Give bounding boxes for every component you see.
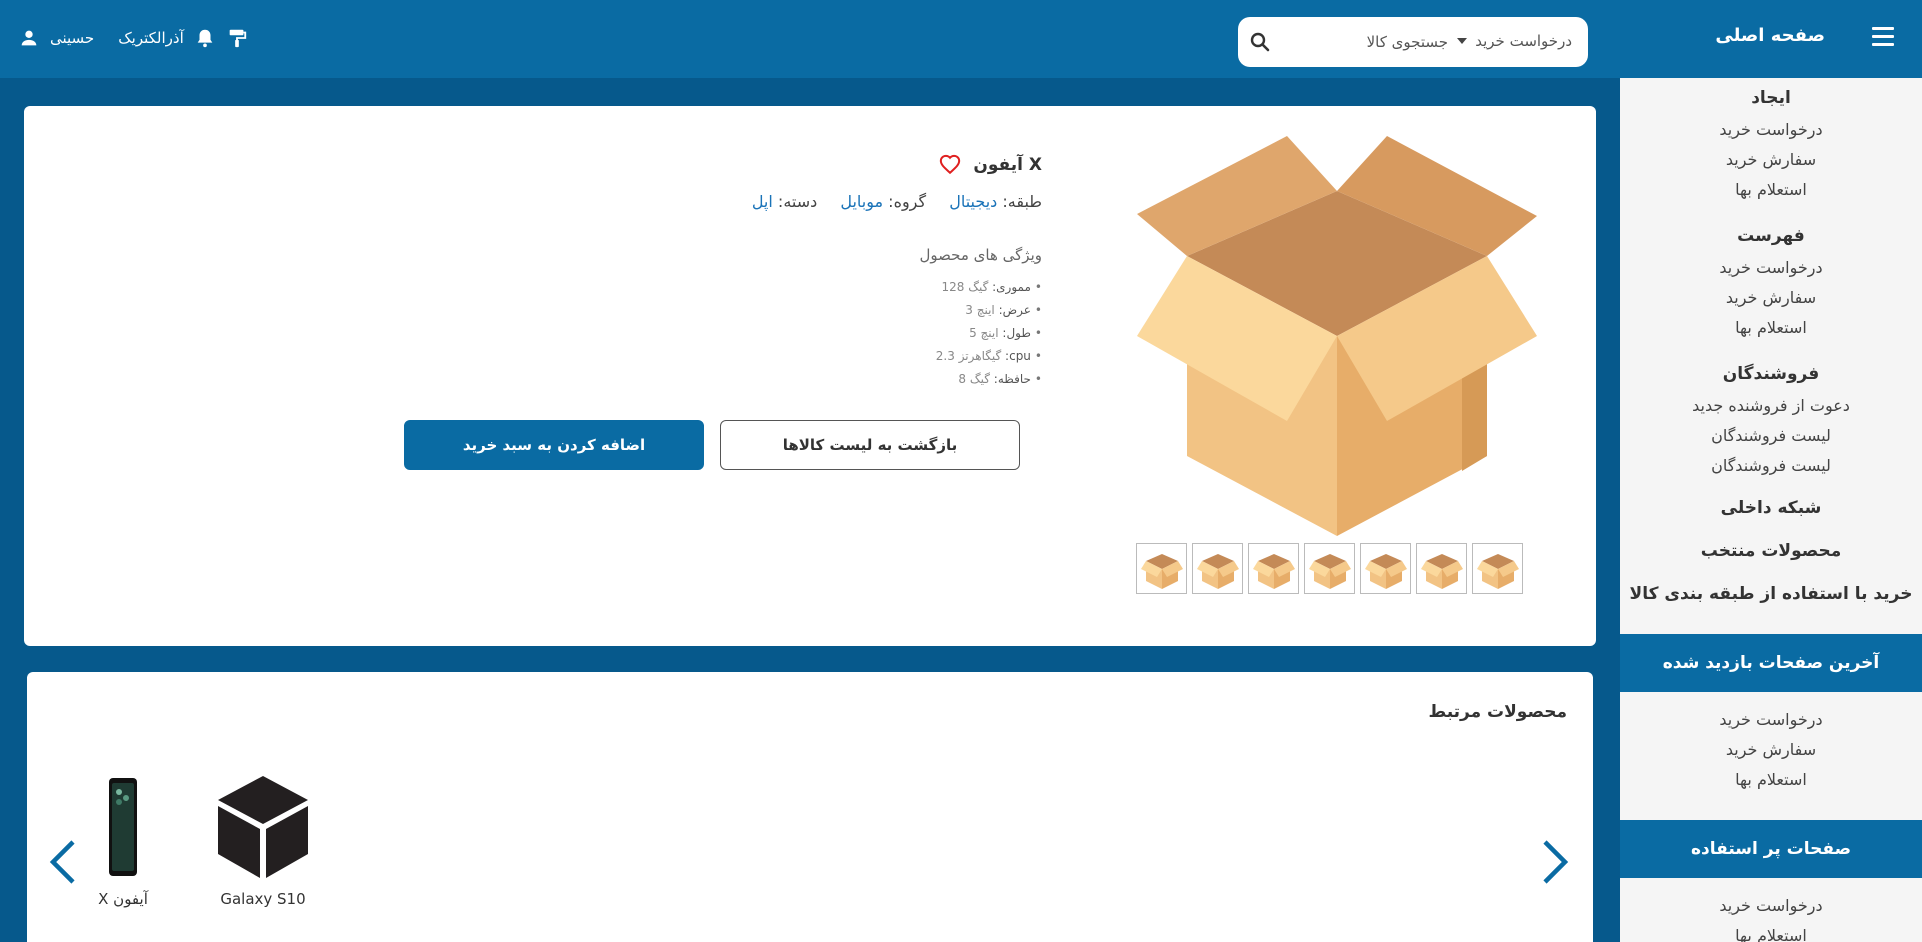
feature-key: طول: xyxy=(1002,326,1031,340)
recent-item-price-inquiry[interactable]: استعلام بها xyxy=(1620,770,1922,789)
sidebar-item-create-price-inquiry[interactable]: استعلام بها xyxy=(1620,180,1922,199)
class-label: طبقه: xyxy=(1002,192,1042,211)
product-thumbnail[interactable] xyxy=(1360,543,1411,594)
product-thumbnail[interactable] xyxy=(1416,543,1467,594)
product-main-image xyxy=(1137,136,1537,536)
group-link[interactable]: موبایل xyxy=(840,192,883,211)
recent-item-purchase-order[interactable]: سفارش خرید xyxy=(1620,740,1922,759)
popular-item-purchase-request[interactable]: درخواست خرید xyxy=(1620,896,1922,915)
feature-value: گیگ 8 xyxy=(958,372,990,386)
carousel-next-arrow-icon[interactable] xyxy=(1539,838,1569,886)
sidebar-item-create-purchase-request[interactable]: درخواست خرید xyxy=(1620,120,1922,139)
back-to-list-button[interactable]: بازگشت به لیست کالاها xyxy=(720,420,1020,470)
related-products-title: محصولات مرتبط xyxy=(1428,702,1567,722)
search-category-select[interactable]: درخواست خرید xyxy=(1457,32,1572,50)
features-list: مموری: گیگ 128 عرض: اینچ 3 طول: اینچ 5 c… xyxy=(936,276,1042,391)
product-thumbnail[interactable] xyxy=(1304,543,1355,594)
caret-down-icon xyxy=(1457,38,1468,44)
category-link[interactable]: اپل xyxy=(752,192,773,211)
sidebar-link-buy-by-category[interactable]: خرید با استفاده از طبقه بندی کالا xyxy=(1620,584,1922,604)
class-link[interactable]: دیجیتال xyxy=(949,192,997,211)
feature-value: گیگاهرتز 2.3 xyxy=(935,349,1002,363)
sidebar-item-list-purchase-order[interactable]: سفارش خرید xyxy=(1620,288,1922,307)
add-to-cart-button[interactable]: اضافه کردن به سبد خرید xyxy=(404,420,704,470)
product-meta: طبقه: دیجیتال گروه: موبایل دسته: اپل xyxy=(734,192,1042,211)
related-product-item[interactable]: X آیفون xyxy=(63,774,183,908)
menu-icon[interactable] xyxy=(1872,27,1894,49)
feature-item: عرض: اینچ 3 xyxy=(936,299,1042,322)
user-icon[interactable] xyxy=(18,27,40,49)
sidebar-item-create-purchase-order[interactable]: سفارش خرید xyxy=(1620,150,1922,169)
recent-pages-header: آخرین صفحات بازدید شده xyxy=(1620,634,1922,692)
related-products-panel: محصولات مرتبط Galaxy S10 X آیفون xyxy=(27,672,1593,942)
product-thumbnail[interactable] xyxy=(1136,543,1187,594)
related-product-name: X آیفون xyxy=(98,890,148,908)
sidebar-section-create: ایجاد xyxy=(1751,88,1791,108)
feature-item: حافظه: گیگ 8 xyxy=(936,368,1042,391)
home-title[interactable]: صفحه اصلی xyxy=(1715,25,1825,46)
sidebar-link-featured-products[interactable]: محصولات منتخب xyxy=(1620,541,1922,561)
product-thumbnail[interactable] xyxy=(1192,543,1243,594)
feature-item: طول: اینچ 5 xyxy=(936,322,1042,345)
group-label: گروه: xyxy=(888,192,927,211)
feature-value: اینچ 5 xyxy=(969,326,999,340)
box-3d-icon xyxy=(218,776,308,878)
sidebar-item-vendor-list[interactable]: لیست فروشندگان xyxy=(1620,426,1922,445)
feature-key: مموری: xyxy=(992,280,1031,294)
feature-key: حافظه: xyxy=(993,372,1031,386)
sidebar: ایجاد درخواست خرید سفارش خرید استعلام به… xyxy=(1620,78,1922,942)
feature-item: مموری: گیگ 128 xyxy=(936,276,1042,299)
paint-roller-icon[interactable] xyxy=(226,27,248,49)
feature-key: cpu: xyxy=(1005,349,1031,363)
sidebar-item-invite-vendor[interactable]: دعوت از فروشنده جدید xyxy=(1620,396,1922,415)
search-input[interactable] xyxy=(1298,27,1448,57)
sidebar-item-list-purchase-request[interactable]: درخواست خرید xyxy=(1620,258,1922,277)
product-title: X آیفون xyxy=(973,155,1042,175)
bell-icon[interactable] xyxy=(194,27,216,49)
related-product-item[interactable]: Galaxy S10 xyxy=(203,774,323,908)
recent-item-purchase-request[interactable]: درخواست خرید xyxy=(1620,710,1922,729)
feature-value: گیگ 128 xyxy=(941,280,989,294)
company-name[interactable]: آذرالکتریک xyxy=(118,29,184,47)
related-product-name: Galaxy S10 xyxy=(220,890,306,908)
top-bar: صفحه اصلی درخواست خرید حسینی آذرالکتریک xyxy=(0,0,1922,78)
product-card: X آیفون طبقه: دیجیتال گروه: موبایل دسته:… xyxy=(24,106,1596,646)
search-box: درخواست خرید xyxy=(1238,17,1588,67)
feature-item: cpu: گیگاهرتز 2.3 xyxy=(936,345,1042,368)
feature-key: عرض: xyxy=(998,303,1031,317)
product-thumbnail[interactable] xyxy=(1472,543,1523,594)
product-title-row: X آیفون xyxy=(939,154,1042,176)
category-label: دسته: xyxy=(777,192,818,211)
product-thumbnail[interactable] xyxy=(1248,543,1299,594)
sidebar-section-list: فهرست xyxy=(1737,226,1805,246)
popular-pages-header: صفحات پر استفاده xyxy=(1620,820,1922,878)
sidebar-item-vendor-list-2[interactable]: لیست فروشندگان xyxy=(1620,456,1922,475)
popular-item-price-inquiry[interactable]: استعلام بها xyxy=(1620,926,1922,942)
search-icon[interactable] xyxy=(1248,30,1272,54)
search-category-label: درخواست خرید xyxy=(1475,32,1572,50)
user-area: حسینی آذرالکتریک xyxy=(18,24,248,52)
phone-image xyxy=(109,778,137,876)
feature-value: اینچ 3 xyxy=(965,303,995,317)
user-name[interactable]: حسینی xyxy=(50,29,94,47)
features-title: ویژگی های محصول xyxy=(919,246,1042,264)
sidebar-item-list-price-inquiry[interactable]: استعلام بها xyxy=(1620,318,1922,337)
favorite-heart-icon[interactable] xyxy=(939,154,961,176)
sidebar-link-intranet[interactable]: شبکه داخلی xyxy=(1620,498,1922,518)
sidebar-section-vendors: فروشندگان xyxy=(1722,364,1820,384)
thumbnail-strip xyxy=(1136,543,1523,594)
